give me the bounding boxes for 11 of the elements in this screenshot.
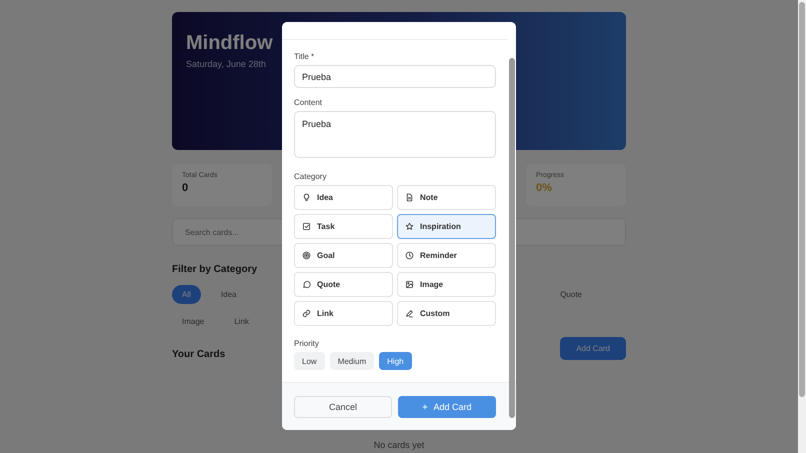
- field-label: Content: [294, 98, 324, 107]
- field-label: Category: [294, 172, 328, 181]
- date-text: Saturday, June 28th: [186, 59, 267, 69]
- section-heading: Filter by Category: [172, 264, 258, 275]
- stat-value: 0%: [536, 182, 553, 194]
- app-title: Mindflow: [186, 32, 274, 55]
- section-heading: Your Cards: [172, 349, 226, 360]
- stat-value: 0: [182, 182, 190, 194]
- field-label: Title *: [294, 52, 316, 61]
- field-label: Priority: [294, 339, 320, 348]
- empty-message: No cards yet: [372, 440, 426, 450]
